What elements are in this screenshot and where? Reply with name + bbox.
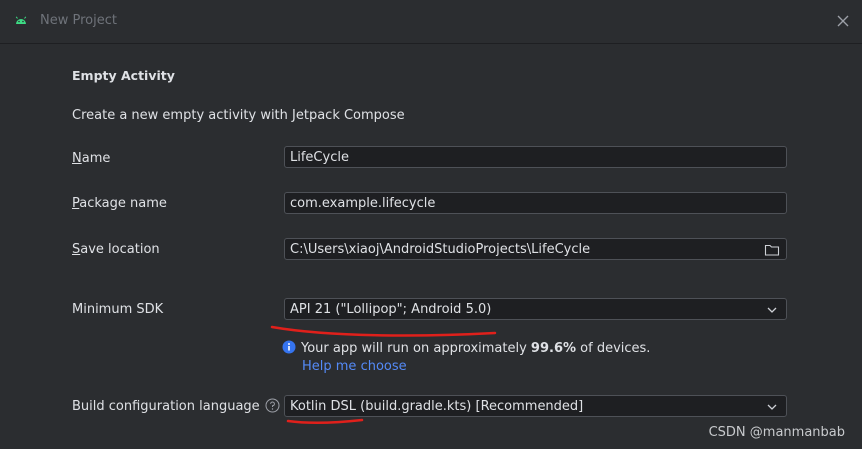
chevron-down-icon xyxy=(767,307,777,313)
template-description: Create a new empty activity with Jetpack… xyxy=(72,108,405,123)
save-location-label: Save location xyxy=(72,242,160,257)
csdn-watermark: CSDN @manmanbab xyxy=(708,425,845,440)
name-field-value: LifeCycle xyxy=(290,150,349,165)
dialog-content: Empty Activity Create a new empty activi… xyxy=(0,44,862,449)
window-title: New Project xyxy=(40,13,117,28)
chevron-down-icon xyxy=(767,404,777,410)
name-field[interactable]: LifeCycle xyxy=(284,146,787,168)
name-label: Name xyxy=(72,151,110,166)
package-name-field[interactable]: com.example.lifecycle xyxy=(284,192,787,214)
package-label-rest: ackage name xyxy=(79,196,167,211)
android-icon xyxy=(15,16,27,24)
help-icon[interactable] xyxy=(265,398,280,413)
title-bar: New Project xyxy=(0,0,862,44)
help-me-choose-link[interactable]: Help me choose xyxy=(302,359,407,374)
name-label-rest: ame xyxy=(81,151,111,166)
folder-icon[interactable] xyxy=(764,242,780,258)
minimum-sdk-label: Minimum SDK xyxy=(72,302,164,317)
minimum-sdk-select[interactable]: API 21 ("Lollipop"; Android 5.0) xyxy=(284,298,787,320)
info-suffix: of devices. xyxy=(576,341,651,356)
name-label-mnemonic: N xyxy=(72,151,82,166)
info-percent: 99.6% xyxy=(530,341,577,356)
package-field-value: com.example.lifecycle xyxy=(290,196,436,211)
build-language-select[interactable]: Kotlin DSL (build.gradle.kts) [Recommend… xyxy=(284,395,787,417)
build-language-value: Kotlin DSL (build.gradle.kts) [Recommend… xyxy=(290,399,584,414)
package-name-label: Package name xyxy=(72,196,167,211)
minimum-sdk-value: API 21 ("Lollipop"; Android 5.0) xyxy=(290,302,492,317)
template-heading: Empty Activity xyxy=(72,68,175,83)
build-language-text: Build configuration language xyxy=(72,399,260,414)
save-label-rest: ave location xyxy=(80,242,160,257)
close-icon[interactable] xyxy=(836,14,850,28)
info-prefix: Your app will run on approximately xyxy=(301,341,531,356)
info-icon xyxy=(282,340,296,354)
build-language-label: Build configuration language xyxy=(72,398,280,414)
save-location-field[interactable]: C:\Users\xiaoj\AndroidStudioProjects\Lif… xyxy=(284,238,787,260)
device-coverage-info: Your app will run on approximately 99.6%… xyxy=(282,340,650,356)
save-location-value: C:\Users\xiaoj\AndroidStudioProjects\Lif… xyxy=(290,242,591,257)
